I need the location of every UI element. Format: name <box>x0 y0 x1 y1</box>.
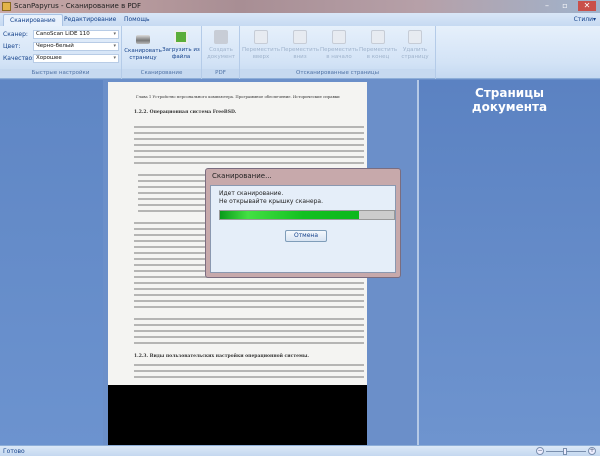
scanner-icon <box>136 35 150 44</box>
move-down-button[interactable]: Переместить вниз <box>281 28 319 61</box>
page-text-line <box>134 300 364 302</box>
dialog-title: Сканирование... <box>212 172 272 180</box>
scan-unfilled-area <box>108 385 367 445</box>
page-text-line <box>134 144 364 146</box>
close-button[interactable]: ✕ <box>578 1 596 11</box>
page-text-line <box>134 156 364 158</box>
button-label: Удалить страницу <box>401 47 429 60</box>
page-text-line <box>134 282 364 284</box>
ribbon-tabs: Сканирование Редактирование Помощь Стили… <box>0 13 600 26</box>
zoom-slider[interactable]: − + <box>536 447 596 456</box>
dialog-message-1: Идет сканирование. <box>219 190 284 197</box>
page-text-line <box>134 150 364 152</box>
button-label: Переместить в начало <box>320 47 359 60</box>
delete-page-button[interactable]: Удалить страницу <box>396 28 434 61</box>
page-text-line <box>134 364 364 366</box>
app-logo-icon <box>2 2 11 11</box>
tab-editing[interactable]: Редактирование <box>58 14 122 26</box>
page-section-heading: 1.2.2. Операционная система FreeBSD. <box>134 110 237 115</box>
scanner-select[interactable]: CanoScan LiDE 110 <box>33 29 119 39</box>
button-label: Переместить вниз <box>281 47 320 60</box>
page-header: Глава 1 Устройство персонального компьют… <box>136 95 340 100</box>
page-text-line <box>134 330 364 332</box>
quick-settings-group: Сканер: CanoScan LiDE 110 Цвет: Черно-белы… <box>0 26 122 79</box>
page-up-icon <box>254 30 268 44</box>
move-to-start-button[interactable]: Переместить в начало <box>320 28 358 61</box>
group-label: Отсканированные страницы <box>240 69 435 78</box>
page-down-icon <box>293 30 307 44</box>
tab-help[interactable]: Помощь <box>118 14 156 26</box>
scan-page-button[interactable]: Сканировать страницу <box>124 28 162 62</box>
move-to-end-button[interactable]: Переместить в конец <box>359 28 397 61</box>
page-text-line <box>134 318 364 320</box>
minimize-button[interactable]: – <box>540 1 554 11</box>
dialog-message-2: Не открывайте крышку сканера. <box>219 198 324 205</box>
move-up-button[interactable]: Переместить вверх <box>242 28 280 61</box>
group-label: Быстрые настройки <box>0 69 121 78</box>
zoom-out-button[interactable]: − <box>536 447 544 455</box>
page-section-heading-2: 1.2.3. Виды пользовательских настройки о… <box>134 354 309 359</box>
zoom-in-button[interactable]: + <box>588 447 596 455</box>
pages-panel-title: Страницы документа <box>471 86 548 114</box>
create-document-button[interactable]: Создать документ <box>202 28 240 61</box>
title-bar: ScanPapyrus - Сканирование в PDF – ▫ ✕ <box>0 0 600 13</box>
button-label: Создать документ <box>206 47 236 60</box>
page-delete-icon <box>408 30 422 44</box>
color-select[interactable]: Черно-белый <box>33 41 119 51</box>
page-text-line <box>134 126 364 128</box>
window-title: ScanPapyrus - Сканирование в PDF <box>14 2 142 10</box>
pages-panel: Страницы документа <box>417 80 600 445</box>
page-text-line <box>134 288 364 290</box>
page-end-icon <box>371 30 385 44</box>
cancel-button[interactable]: Отмена <box>285 230 327 242</box>
quality-select[interactable]: Хорошее <box>33 53 119 63</box>
zoom-thumb[interactable] <box>563 448 567 455</box>
page-text-line <box>134 370 364 372</box>
ribbon: Сканер: CanoScan LiDE 110 Цвет: Черно-белы… <box>0 26 600 79</box>
group-label: Сканирование <box>122 69 201 78</box>
tab-scanning[interactable]: Сканирование <box>3 14 63 26</box>
pdf-group: Создать документ PDF <box>202 26 240 79</box>
maximize-button[interactable]: ▫ <box>558 1 572 11</box>
page-text-line <box>134 294 364 296</box>
status-bar: Готово − + <box>0 445 600 456</box>
page-text-line <box>134 376 364 378</box>
color-label: Цвет: <box>3 42 21 50</box>
page-text-line <box>134 132 364 134</box>
page-start-icon <box>332 30 346 44</box>
page-text-line <box>134 138 364 140</box>
group-label: PDF <box>202 69 239 78</box>
page-text-line <box>134 162 364 164</box>
page-text-line <box>134 306 364 308</box>
scan-progress-bar <box>219 210 395 220</box>
button-label: Переместить вверх <box>242 47 281 60</box>
pdf-icon <box>214 30 228 44</box>
load-file-button[interactable]: Загрузить из файла <box>162 28 200 61</box>
page-text-line <box>134 324 364 326</box>
progress-fill <box>220 211 360 219</box>
button-label: Сканировать страницу <box>124 48 162 61</box>
scan-group: Сканировать страницу Загрузить из файла … <box>122 26 202 79</box>
button-label: Загрузить из файла <box>162 47 200 60</box>
quality-label: Качество: <box>3 54 35 62</box>
pages-group: Переместить вверх Переместить вниз Перем… <box>240 26 436 79</box>
status-text: Готово <box>3 448 25 455</box>
scanner-label: Сканер: <box>3 30 28 38</box>
page-text-line <box>134 342 364 344</box>
button-label: Переместить в конец <box>359 47 398 60</box>
page-text-line <box>134 336 364 338</box>
left-panel <box>0 80 103 445</box>
image-file-icon <box>174 30 188 44</box>
styles-menu[interactable]: Стили▾ <box>574 16 596 23</box>
scanning-dialog: Сканирование... Идет сканирование. Не от… <box>205 168 401 278</box>
